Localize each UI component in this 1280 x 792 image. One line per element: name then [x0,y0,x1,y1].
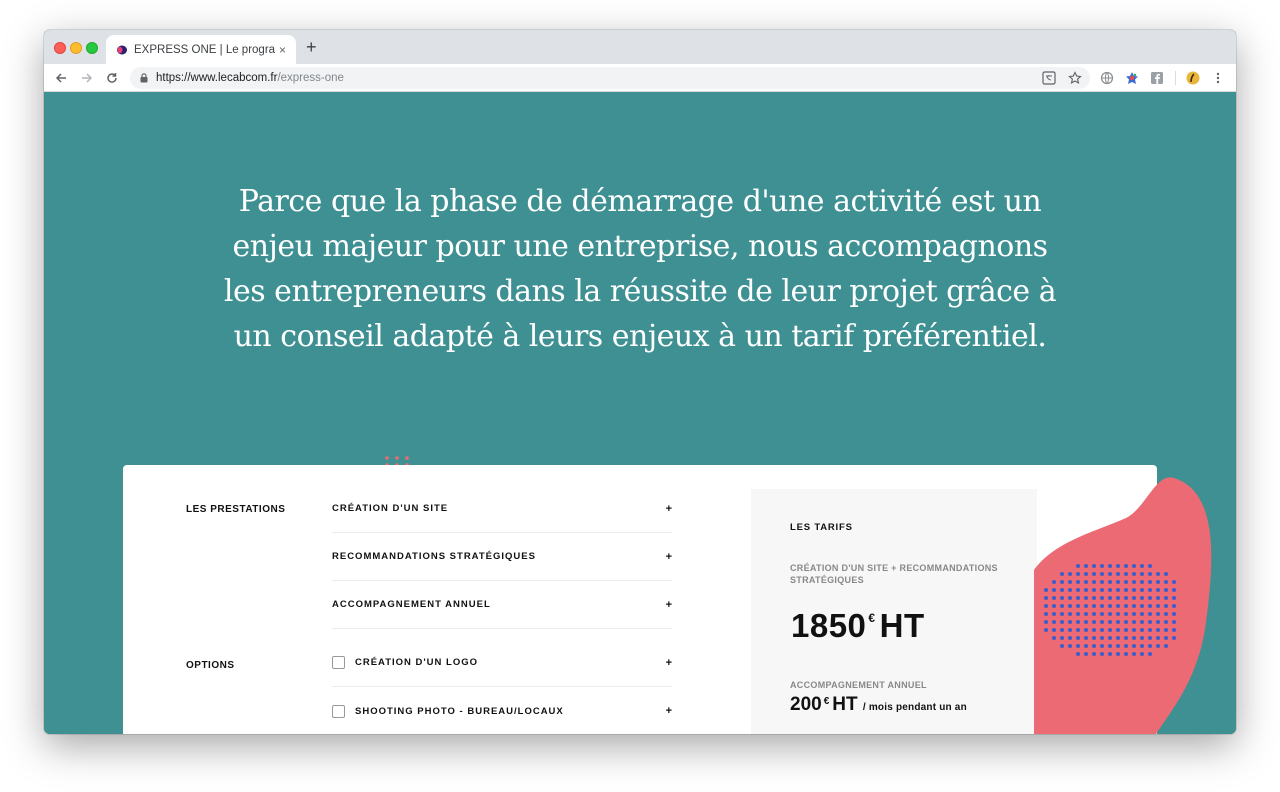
facebook-extension-icon[interactable] [1150,71,1164,85]
address-bar[interactable]: https://www.lecabcom.fr/express-one [130,67,1090,89]
browser-tab[interactable]: EXPRESS ONE | Le programme × [106,35,296,64]
bookmark-star-icon[interactable] [1068,71,1082,85]
expand-plus-icon[interactable]: + [660,705,672,717]
pricing-subtitle: CRÉATION D'UN SITE + RECOMMANDATIONS STR… [790,563,998,585]
new-tab-button[interactable]: + [306,38,317,56]
service-row-recommandations[interactable]: RECOMMANDATIONS STRATÉGIQUES + [332,533,672,581]
site-favicon-icon [117,45,127,54]
offer-card: LES PRESTATIONS CRÉATION D'UN SITE + REC… [123,465,1157,734]
service-row-accompagnement[interactable]: ACCOMPAGNEMENT ANNUEL + [332,581,672,629]
expand-plus-icon[interactable]: + [660,657,672,669]
url-text: https://www.lecabcom.fr/express-one [156,72,344,84]
decorative-blob [1034,477,1212,734]
tab-strip: EXPRESS ONE | Le programme × + [44,30,1236,64]
annual-period: / mois pendant un an [862,702,967,713]
tab-title: EXPRESS ONE | Le programme [134,43,275,56]
options-label: OPTIONS [186,660,235,671]
expand-plus-icon[interactable]: + [660,599,672,611]
service-row-creation-site[interactable]: CRÉATION D'UN SITE + [332,485,672,533]
forward-button[interactable] [78,69,96,87]
browser-toolbar: https://www.lecabcom.fr/express-one [44,64,1236,92]
main-price-suffix: HT [879,607,925,644]
expand-plus-icon[interactable]: + [660,551,672,563]
option-row-shooting[interactable]: SHOOTING PHOTO - BUREAU/LOCAUX + [332,687,672,734]
expand-plus-icon[interactable]: + [660,503,672,515]
service-label: RECOMMANDATIONS STRATÉGIQUES [332,551,536,562]
main-price-amount: 1850 [791,607,867,644]
browser-window: EXPRESS ONE | Le programme × + https://w… [44,30,1236,734]
reload-button[interactable] [103,69,121,87]
reload-icon [107,73,117,83]
maximize-window-button[interactable] [86,42,98,54]
lock-icon [140,73,148,83]
url-path: /express-one [277,72,344,84]
back-arrow-icon [55,73,66,83]
toolbar-divider [1175,71,1176,85]
annual-amount: 200 [790,694,822,715]
browser-menu-icon[interactable] [1211,71,1225,85]
option-checkbox[interactable] [332,704,345,718]
annual-price: 200 € HT / mois pendant un an [790,694,967,716]
annual-currency: € [823,696,830,707]
option-label: SHOOTING PHOTO - BUREAU/LOCAUX [355,705,564,717]
translate-icon[interactable] [1042,71,1056,85]
service-label: CRÉATION D'UN SITE [332,503,449,514]
profile-avatar-icon[interactable] [1186,71,1200,85]
web-page: Parce que la phase de démarrage d'une ac… [44,92,1236,734]
prestations-label: LES PRESTATIONS [186,504,286,515]
annual-suffix: HT [832,694,858,715]
pricing-panel: LES TARIFS CRÉATION D'UN SITE + RECOMMAN… [751,489,1037,734]
colorful-extension-icon[interactable] [1125,71,1139,85]
back-button[interactable] [52,69,70,87]
main-price: 1850 € HT [791,607,925,645]
intro-paragraph: Parce que la phase de démarrage d'une ac… [223,184,1057,354]
url-host: https://www.lecabcom.fr [156,72,278,84]
option-checkbox[interactable] [332,656,345,669]
option-label: CRÉATION D'UN LOGO [355,657,478,668]
annual-label: ACCOMPAGNEMENT ANNUEL [790,680,927,690]
service-label: ACCOMPAGNEMENT ANNUEL [332,599,491,610]
forward-arrow-icon [82,73,93,83]
option-row-logo[interactable]: CRÉATION D'UN LOGO + [332,639,672,687]
main-price-currency: € [868,611,876,625]
close-window-button[interactable] [54,42,66,54]
pricing-title: LES TARIFS [790,522,853,533]
globe-extension-icon[interactable] [1100,71,1114,85]
minimize-window-button[interactable] [70,42,82,54]
close-tab-icon[interactable]: × [279,43,286,57]
